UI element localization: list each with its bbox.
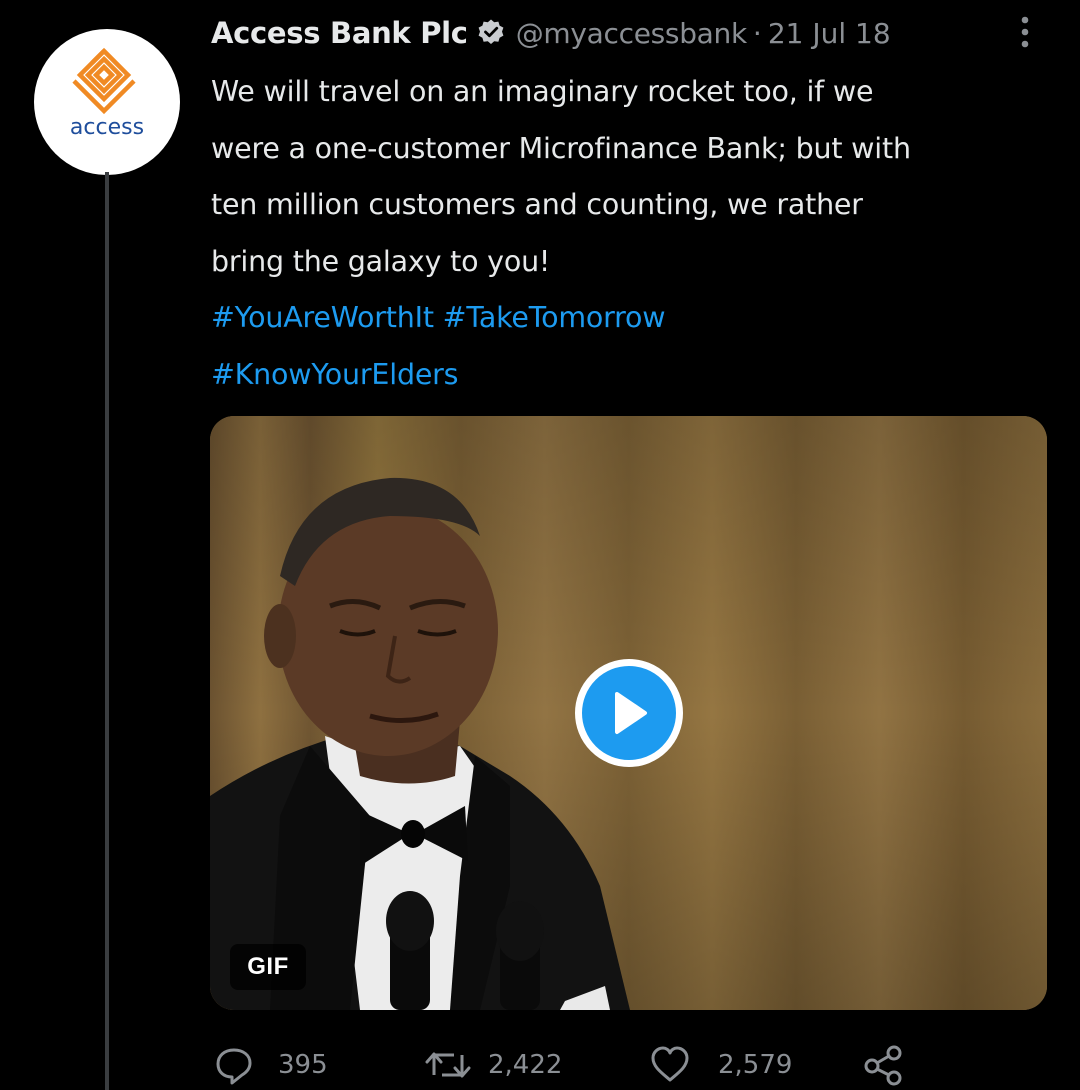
tweet-line: bring the galaxy to you! — [211, 244, 551, 278]
play-icon — [615, 692, 647, 734]
access-bank-logo: access — [70, 47, 144, 140]
svg-text:access: access — [70, 115, 144, 140]
tweet-date[interactable]: 21 Jul 18 — [768, 17, 891, 50]
gif-media[interactable]: GIF — [210, 416, 1047, 1010]
thread-line — [105, 172, 109, 1090]
heart-icon — [651, 1046, 689, 1082]
more-options-icon[interactable] — [1012, 14, 1038, 50]
gif-badge: GIF — [230, 944, 306, 990]
tweet-text: We will travel on an imaginary rocket to… — [211, 64, 1041, 403]
avatar[interactable]: access — [34, 29, 180, 175]
hashtag-link[interactable]: #YouAreWorthIt #TakeTomorrow — [211, 290, 1041, 347]
share-icon — [864, 1045, 902, 1086]
hashtag-link[interactable]: #KnowYourElders — [211, 347, 1041, 404]
reply-button[interactable]: 395 — [214, 1040, 328, 1090]
display-name[interactable]: Access Bank Plc — [211, 16, 468, 50]
tweet-line: ten million customers and counting, we r… — [211, 188, 863, 221]
play-button[interactable] — [575, 659, 683, 767]
tweet-line: We will travel on an imaginary rocket to… — [211, 75, 874, 108]
user-handle[interactable]: @myaccessbank — [516, 17, 748, 50]
share-button[interactable] — [862, 1040, 904, 1090]
retweet-count: 2,422 — [488, 1050, 563, 1080]
like-count: 2,579 — [718, 1050, 793, 1080]
separator-dot: · — [752, 16, 762, 50]
retweet-icon — [425, 1052, 471, 1078]
tweet-header: Access Bank Plc @myaccessbank · 21 Jul 1… — [211, 10, 891, 56]
reply-icon — [216, 1048, 252, 1085]
reply-count: 395 — [278, 1050, 328, 1080]
tweet-line: were a one-customer Microfinance Bank; b… — [211, 131, 911, 165]
like-button[interactable]: 2,579 — [650, 1040, 792, 1090]
tweet-actions: 395 2,422 2,579 — [214, 1040, 1014, 1090]
verified-badge-icon — [476, 18, 506, 48]
retweet-button[interactable]: 2,422 — [424, 1040, 562, 1090]
